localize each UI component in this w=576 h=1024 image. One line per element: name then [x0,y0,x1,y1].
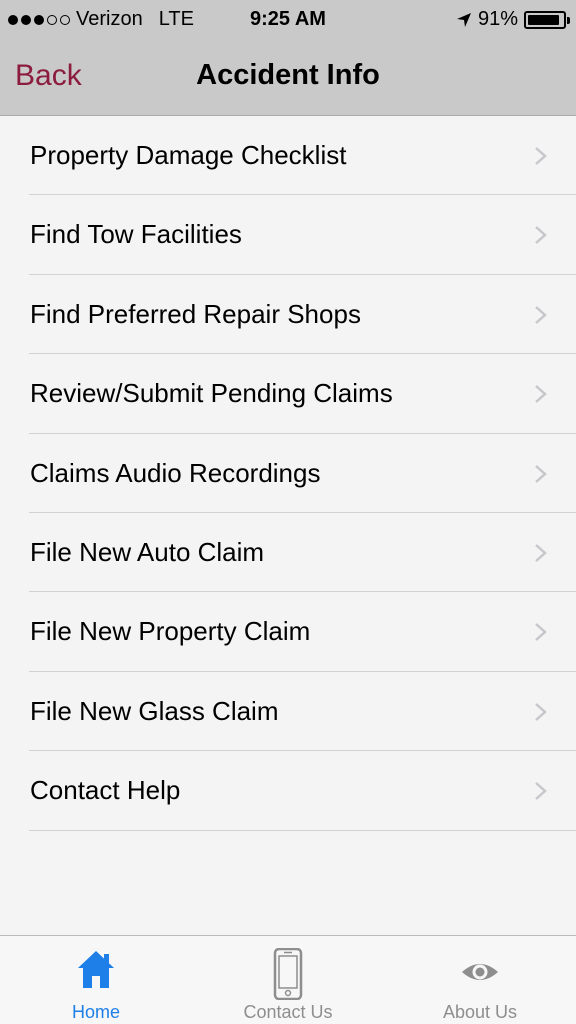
menu-item-label: Property Damage Checklist [30,140,347,170]
battery-icon [524,10,570,29]
menu-item-file-new-glass-claim[interactable]: File New Glass Claim [0,672,576,752]
eye-icon [462,964,498,980]
chevron-right-icon [535,782,547,801]
tab-bar: Home Contact Us About Us [0,935,576,1024]
chevron-right-icon [535,226,547,245]
chevron-right-icon [535,464,547,483]
battery-fill [528,14,559,25]
tab-contact-us[interactable]: Contact Us [192,936,384,1024]
menu-item-label: Claims Audio Recordings [30,457,321,488]
chevron-right-icon [535,544,547,562]
menu-item-label: File New Property Claim [30,616,311,647]
tab-home[interactable]: Home [0,936,192,1024]
status-bar: Verizon LTE 9:25 AM 91% [0,0,576,40]
tab-label: About Us [442,1002,518,1022]
tab-about-us[interactable]: About Us [384,936,576,1024]
chevron-right-icon [535,385,547,404]
status-right: 91% [456,8,570,31]
chevron-right-icon [535,623,547,642]
menu-item-review-submit-pending-claims[interactable]: Review/Submit Pending Claims [0,354,576,434]
battery-percent: 91% [477,8,518,30]
chevron-right-icon [535,305,547,324]
menu-item-find-tow-facilities[interactable]: Find Tow Facilities [0,195,576,276]
menu-item-claims-audio-recordings[interactable]: Claims Audio Recordings [0,434,576,514]
menu-item-label: Find Preferred Repair Shops [30,298,361,329]
navigation-bar: Back Accident Info [0,40,576,116]
menu-item-label: File New Glass Claim [30,695,279,726]
chevron-right-icon [535,147,547,165]
menu-item-contact-help[interactable]: Contact Help [0,751,576,831]
menu-item-label: Find Tow Facilities [30,219,242,250]
location-arrow-icon [456,12,471,27]
tab-label: Home [71,1002,120,1022]
accident-menu-list: Property Damage Checklist Find Tow Facil… [0,116,576,831]
phone-icon [273,948,303,1000]
menu-item-label: Contact Help [30,775,181,806]
tab-label: Contact Us [243,1002,333,1022]
chevron-right-icon [535,702,547,721]
menu-item-find-preferred-repair-shops[interactable]: Find Preferred Repair Shops [0,275,576,355]
menu-item-label: Review/Submit Pending Claims [30,378,393,409]
menu-item-file-new-auto-claim[interactable]: File New Auto Claim [0,513,576,593]
menu-item-label: File New Auto Claim [30,536,265,567]
back-button[interactable]: Back [15,59,82,93]
battery-tip [567,16,570,24]
home-icon [78,951,114,988]
page-title: Accident Info [196,59,380,91]
menu-item-file-new-property-claim[interactable]: File New Property Claim [0,592,576,673]
menu-item-property-damage-checklist[interactable]: Property Damage Checklist [0,116,576,196]
